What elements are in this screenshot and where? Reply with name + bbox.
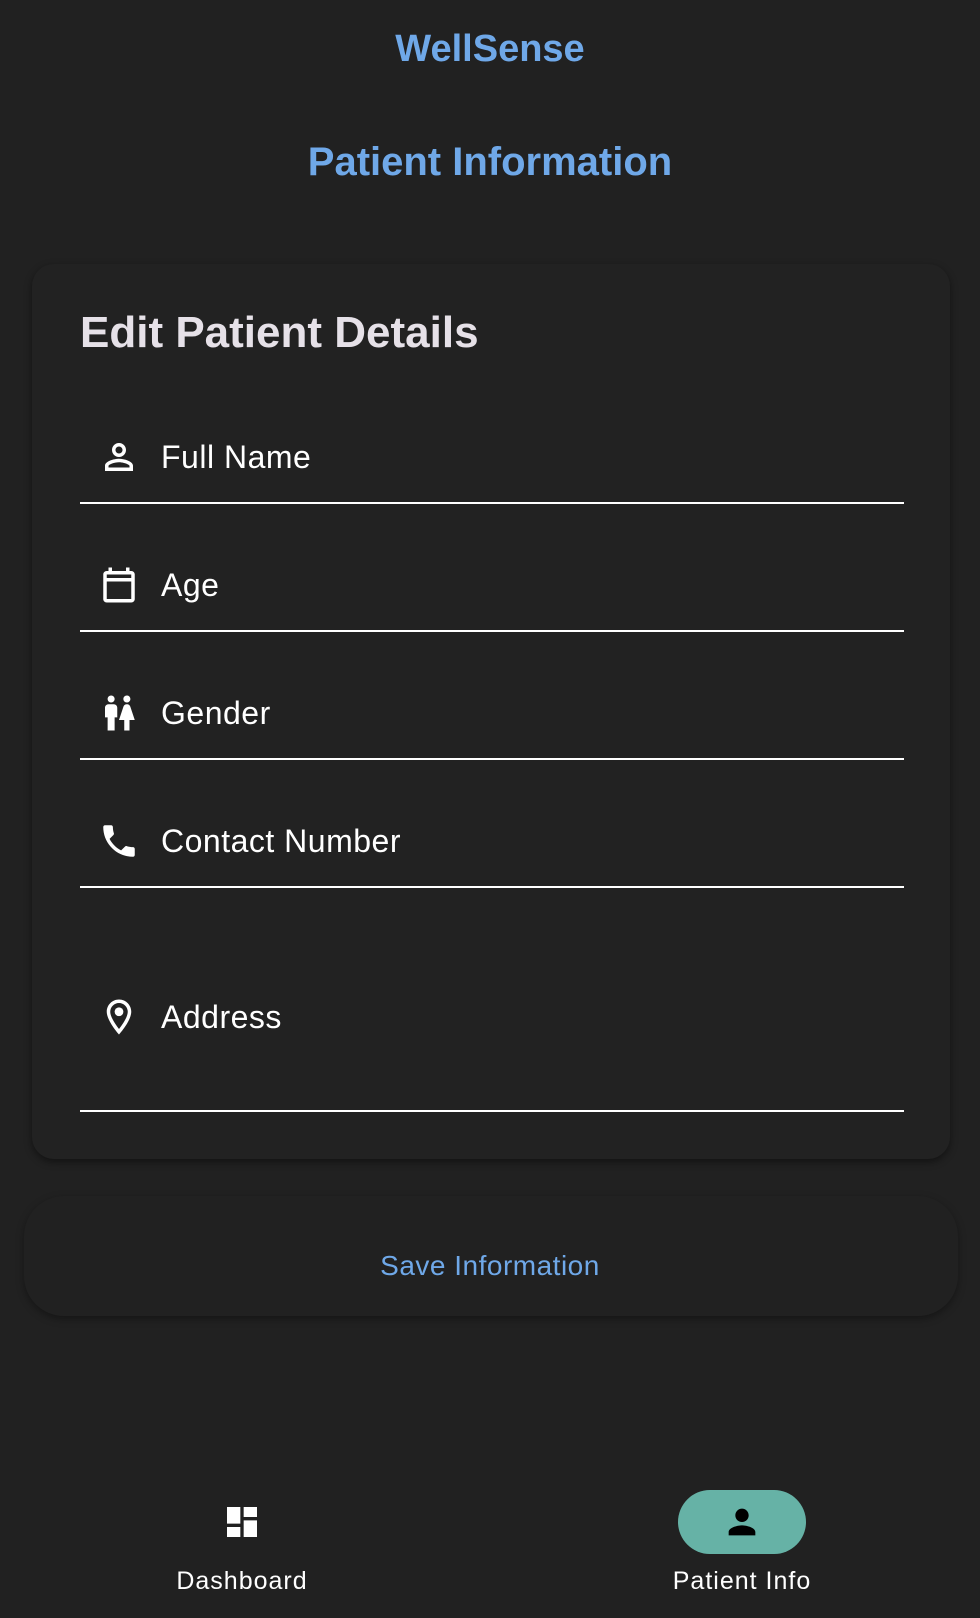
gender-label: Gender bbox=[161, 695, 271, 731]
gender-field[interactable]: Gender bbox=[80, 674, 904, 760]
active-indicator bbox=[678, 1490, 806, 1554]
nav-item-patient-info[interactable]: Patient Info bbox=[642, 1488, 842, 1598]
nav-label-patient-info: Patient Info bbox=[672, 1567, 812, 1595]
nav-item-dashboard[interactable]: Dashboard bbox=[142, 1488, 342, 1598]
phone-icon bbox=[98, 820, 140, 862]
dashboard-icon bbox=[227, 1507, 257, 1537]
address-field[interactable]: Address bbox=[80, 930, 904, 1112]
person-icon bbox=[728, 1508, 756, 1536]
age-label: Age bbox=[161, 567, 220, 603]
form-title: Edit Patient Details bbox=[80, 308, 479, 357]
contact-number-field[interactable]: Contact Number bbox=[80, 802, 904, 888]
app-title: WellSense bbox=[395, 28, 585, 70]
dashboard-icon-container bbox=[178, 1490, 306, 1554]
nav-label-dashboard: Dashboard bbox=[176, 1567, 308, 1595]
age-field[interactable]: Age bbox=[80, 546, 904, 632]
page-title: Patient Information bbox=[307, 140, 673, 184]
full-name-label: Full Name bbox=[161, 439, 312, 475]
person-outline-icon bbox=[98, 436, 140, 478]
contact-number-label: Contact Number bbox=[161, 823, 401, 859]
address-label: Address bbox=[161, 999, 282, 1035]
location-pin-icon bbox=[98, 996, 140, 1038]
calendar-icon bbox=[98, 564, 140, 606]
save-information-button[interactable]: Save Information bbox=[0, 1244, 980, 1288]
wc-icon bbox=[98, 692, 140, 734]
full-name-field[interactable]: Full Name bbox=[80, 418, 904, 504]
